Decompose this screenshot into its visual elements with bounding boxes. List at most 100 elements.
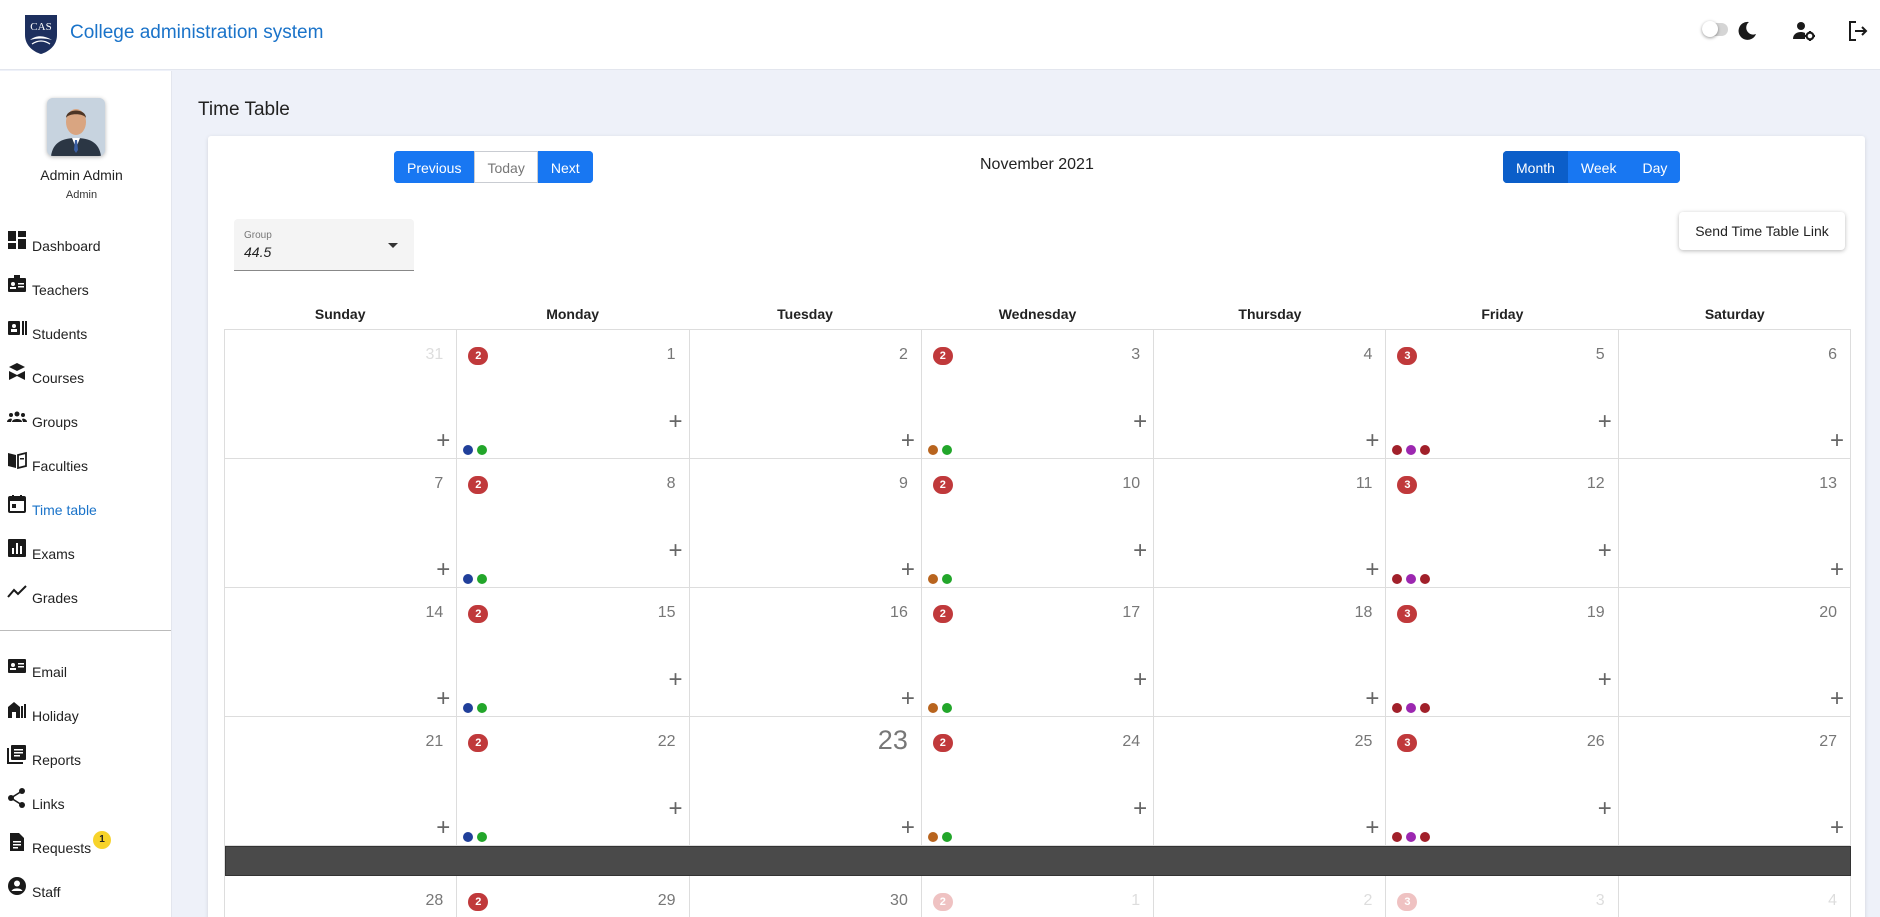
event-dot[interactable]: [927, 703, 938, 713]
event-count-badge[interactable]: 2: [468, 347, 489, 365]
calendar-day-cell[interactable]: 4: [1619, 876, 1851, 917]
sidebar-item-teachers[interactable]: Teachers: [0, 274, 171, 310]
event-dot[interactable]: [941, 832, 952, 842]
calendar-day-cell[interactable]: 25 +: [1154, 717, 1387, 846]
group-select[interactable]: Group 44.5: [234, 219, 414, 271]
event-dot[interactable]: [1420, 832, 1431, 842]
calendar-day-cell[interactable]: 27 +: [1618, 717, 1851, 846]
add-event-icon[interactable]: +: [436, 429, 450, 453]
calendar-day-cell[interactable]: 15 2 +: [457, 588, 690, 717]
sidebar-item-grades[interactable]: Grades: [0, 582, 171, 618]
calendar-day-cell[interactable]: 14 +: [225, 588, 458, 717]
day-view-button[interactable]: Day: [1629, 151, 1681, 183]
calendar-day-cell[interactable]: 7 +: [225, 459, 458, 588]
logout-icon[interactable]: [1846, 19, 1870, 43]
event-dot[interactable]: [1406, 832, 1417, 842]
event-dot[interactable]: [1406, 703, 1417, 713]
add-event-icon[interactable]: +: [669, 797, 683, 821]
send-time-table-link-button[interactable]: Send Time Table Link: [1679, 212, 1845, 250]
sidebar-item-requests[interactable]: Requests: [0, 832, 171, 868]
add-event-icon[interactable]: +: [1133, 410, 1147, 434]
event-dot[interactable]: [1406, 574, 1417, 584]
calendar-day-cell[interactable]: 22 2 +: [457, 717, 690, 846]
add-event-icon[interactable]: +: [1598, 410, 1612, 434]
calendar-day-cell[interactable]: 29 2: [457, 876, 690, 917]
event-dot[interactable]: [927, 574, 938, 584]
today-button[interactable]: Today: [474, 151, 538, 183]
event-dot[interactable]: [477, 445, 488, 455]
event-count-badge[interactable]: 2: [932, 476, 953, 494]
calendar-day-cell[interactable]: 16 +: [689, 588, 922, 717]
event-dot[interactable]: [1392, 832, 1403, 842]
week-view-button[interactable]: Week: [1567, 151, 1630, 183]
calendar-day-cell[interactable]: 9 +: [689, 459, 922, 588]
add-event-icon[interactable]: +: [1598, 797, 1612, 821]
add-event-icon[interactable]: +: [1830, 429, 1844, 453]
event-count-badge[interactable]: 3: [1397, 734, 1418, 752]
add-event-icon[interactable]: +: [1365, 816, 1379, 840]
calendar-day-cell[interactable]: 30: [690, 876, 922, 917]
calendar-day-cell[interactable]: 33: [1386, 876, 1619, 917]
calendar-day-cell[interactable]: 20 +: [1618, 588, 1851, 717]
theme-toggle[interactable]: [1702, 21, 1728, 37]
add-event-icon[interactable]: +: [669, 668, 683, 692]
calendar-day-cell[interactable]: 12: [922, 876, 1155, 917]
sidebar-item-groups[interactable]: Groups: [0, 406, 171, 442]
calendar-day-cell[interactable]: 1 2 +: [457, 330, 690, 459]
event-dot[interactable]: [463, 832, 474, 842]
add-event-icon[interactable]: +: [669, 410, 683, 434]
add-event-icon[interactable]: +: [1133, 668, 1147, 692]
event-dot[interactable]: [941, 574, 952, 584]
event-dot[interactable]: [1392, 445, 1403, 455]
calendar-day-cell[interactable]: 26 3 +: [1386, 717, 1619, 846]
calendar-day-cell[interactable]: 28: [225, 876, 458, 917]
event-dot[interactable]: [463, 445, 474, 455]
calendar-day-cell[interactable]: 10 2 +: [921, 459, 1155, 588]
event-dot[interactable]: [1420, 703, 1431, 713]
event-dot[interactable]: [463, 574, 474, 584]
add-event-icon[interactable]: +: [1365, 429, 1379, 453]
event-dot[interactable]: [477, 574, 488, 584]
event-dot[interactable]: [941, 703, 952, 713]
calendar-day-cell[interactable]: 17 2 +: [921, 588, 1155, 717]
calendar-day-cell[interactable]: 2: [1154, 876, 1387, 917]
sidebar-item-reports[interactable]: Reports: [0, 744, 171, 780]
add-event-icon[interactable]: +: [1133, 539, 1147, 563]
event-count-badge[interactable]: 3: [1397, 605, 1418, 623]
sidebar-item-email[interactable]: Email: [0, 656, 171, 692]
calendar-day-cell[interactable]: 18 +: [1154, 588, 1387, 717]
calendar-day-cell[interactable]: 4 +: [1154, 330, 1387, 459]
event-dot[interactable]: [477, 703, 488, 713]
add-event-icon[interactable]: +: [436, 816, 450, 840]
event-count-badge[interactable]: 2: [932, 347, 953, 365]
event-count-badge[interactable]: 2: [468, 734, 489, 752]
add-event-icon[interactable]: +: [901, 816, 915, 840]
event-dot[interactable]: [463, 703, 474, 713]
add-event-icon[interactable]: +: [669, 539, 683, 563]
calendar-day-cell[interactable]: 6 +: [1618, 330, 1851, 459]
add-event-icon[interactable]: +: [436, 687, 450, 711]
sidebar-item-time-table[interactable]: Time table: [0, 494, 171, 530]
calendar-day-cell[interactable]: 24 2 +: [921, 717, 1155, 846]
event-count-badge[interactable]: 2: [468, 476, 489, 494]
add-event-icon[interactable]: +: [1598, 539, 1612, 563]
add-event-icon[interactable]: +: [1830, 687, 1844, 711]
event-count-badge[interactable]: 2: [468, 893, 489, 911]
add-event-icon[interactable]: +: [901, 558, 915, 582]
moon-icon[interactable]: [1735, 19, 1759, 43]
event-dot[interactable]: [1392, 703, 1403, 713]
event-dot[interactable]: [1406, 445, 1417, 455]
add-event-icon[interactable]: +: [1365, 687, 1379, 711]
event-dot[interactable]: [927, 445, 938, 455]
add-event-icon[interactable]: +: [1598, 668, 1612, 692]
sidebar-item-students[interactable]: Students: [0, 318, 171, 354]
add-event-icon[interactable]: +: [1830, 816, 1844, 840]
calendar-day-cell[interactable]: 21 +: [225, 717, 458, 846]
event-count-badge[interactable]: 2: [932, 605, 953, 623]
event-count-badge[interactable]: 2: [932, 893, 953, 911]
calendar-day-cell[interactable]: 13 +: [1618, 459, 1851, 588]
calendar-day-cell[interactable]: 23 +: [689, 717, 922, 846]
calendar-day-cell[interactable]: 31 +: [225, 330, 458, 459]
add-event-icon[interactable]: +: [436, 558, 450, 582]
event-count-badge[interactable]: 3: [1397, 347, 1418, 365]
